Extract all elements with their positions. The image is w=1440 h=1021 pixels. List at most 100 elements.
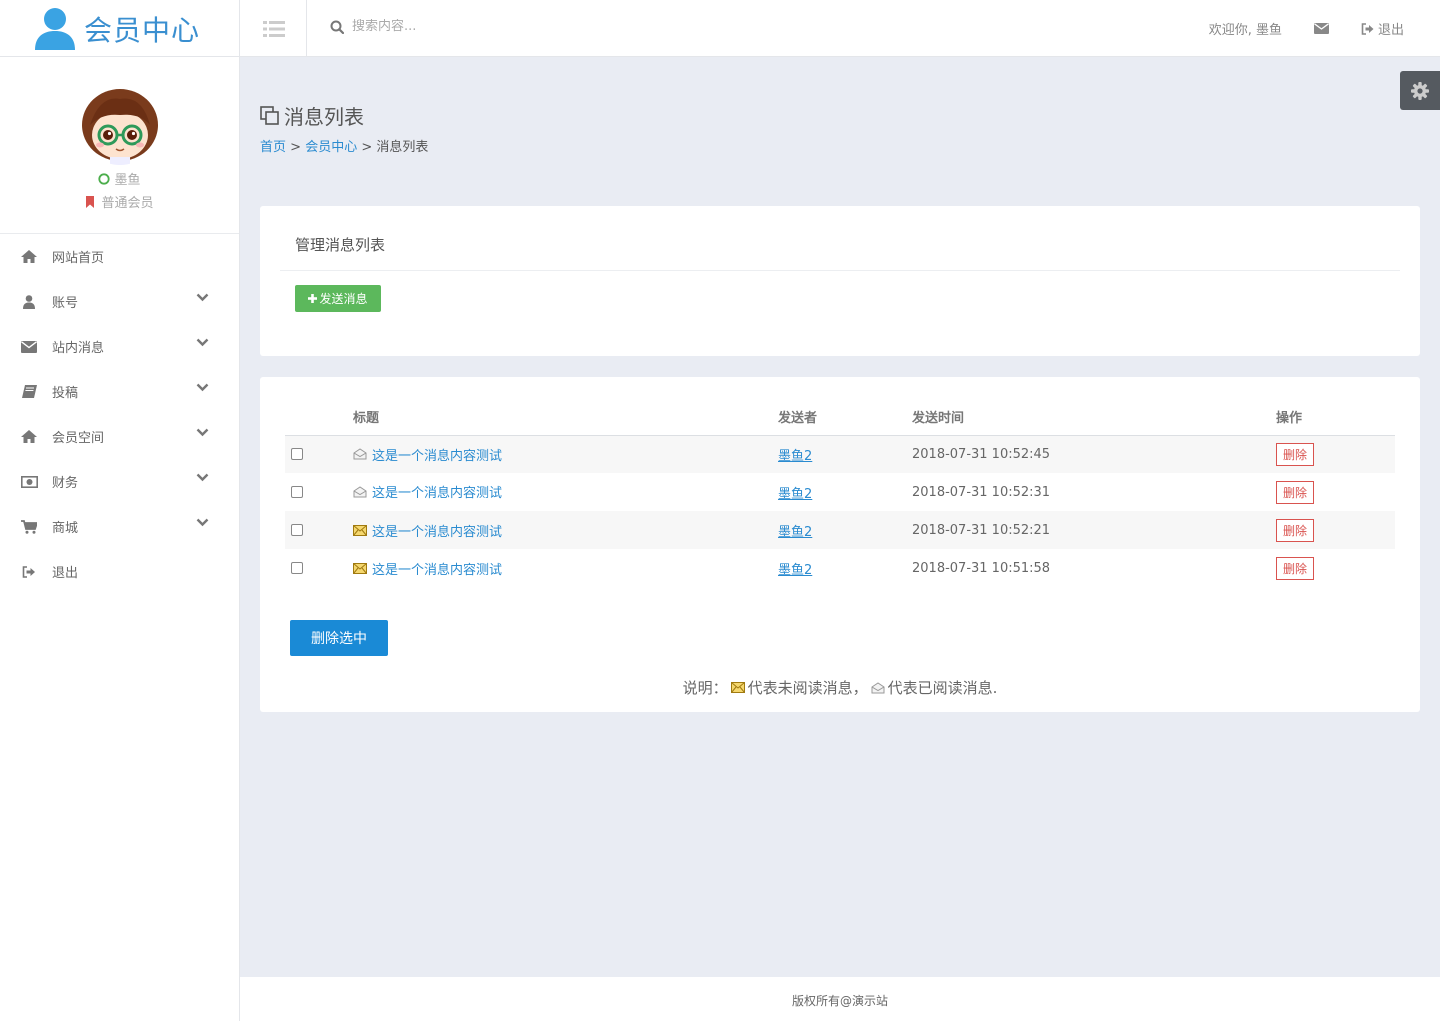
brand[interactable]: 会员中心 [0, 0, 240, 57]
unread-envelope-icon [353, 524, 367, 536]
cart-icon [20, 519, 38, 534]
nav-item-finance[interactable]: 财务 [0, 459, 239, 504]
bookmark-icon [86, 195, 95, 208]
search-box [330, 19, 552, 34]
table-row: 这是一个消息内容测试 墨鱼2 2018-07-31 10:52:21 删除 [285, 511, 1395, 549]
header-action: 操作 [1276, 399, 1395, 436]
brand-title: 会员中心 [84, 13, 201, 47]
nav-label: 财务 [52, 476, 79, 491]
message-title-link[interactable]: 这是一个消息内容测试 [353, 559, 502, 578]
nav-label: 商城 [52, 521, 79, 536]
sidebar: 墨鱼 普通会员 网站首页 账号 站内消息 投稿 会员空间 财务 商城 退出 [0, 57, 240, 1021]
welcome-text: 欢迎你, 墨鱼 [1208, 23, 1282, 38]
copy-icon [260, 105, 279, 125]
profile-level: 普通会员 [0, 192, 239, 211]
menu-toggle-button[interactable] [241, 0, 307, 57]
page-title: 消息列表 [260, 101, 428, 130]
plus-icon [308, 294, 318, 303]
search-input[interactable] [352, 19, 552, 34]
logout-button[interactable]: 退出 [1361, 19, 1404, 38]
top-header: 会员中心 欢迎你, 墨鱼 退出 [0, 0, 1440, 57]
legend-prefix: 说明： [682, 679, 728, 697]
row-checkbox[interactable] [291, 524, 303, 536]
chevron-down-icon [196, 518, 209, 527]
table-header-row: 标题 发送者 发送时间 操作 [285, 399, 1395, 436]
chevron-down-icon [196, 338, 209, 347]
home-icon [20, 430, 38, 444]
message-time: 2018-07-31 10:51:58 [912, 560, 1051, 576]
logout-label: 退出 [1377, 23, 1404, 38]
sender-link[interactable]: 墨鱼2 [778, 449, 812, 464]
row-checkbox[interactable] [291, 562, 303, 574]
message-title-link[interactable]: 这是一个消息内容测试 [353, 521, 502, 540]
header-right: 欢迎你, 墨鱼 退出 [1177, 0, 1404, 57]
footer: 版权所有@演示站 [240, 977, 1440, 1021]
sign-out-icon [20, 565, 38, 579]
delete-button[interactable]: 删除 [1276, 518, 1314, 542]
table-row: 这是一个消息内容测试 墨鱼2 2018-07-31 10:51:58 删除 [285, 549, 1395, 587]
nav-label: 账号 [52, 296, 79, 311]
sender-link[interactable]: 墨鱼2 [778, 487, 812, 502]
chevron-down-icon [196, 383, 209, 392]
sender-link[interactable]: 墨鱼2 [778, 563, 812, 578]
message-table: 标题 发送者 发送时间 操作 这是一个消息内容测试 墨鱼2 2018-07-31… [285, 399, 1395, 587]
user-icon [20, 294, 38, 309]
table-row: 这是一个消息内容测试 墨鱼2 2018-07-31 10:52:31 删除 [285, 473, 1395, 511]
row-checkbox[interactable] [291, 486, 303, 498]
message-title: 这是一个消息内容测试 [372, 562, 503, 578]
nav-label: 投稿 [52, 386, 79, 401]
message-time: 2018-07-31 10:52:31 [912, 484, 1051, 500]
send-message-label: 发送消息 [319, 292, 368, 306]
nav-item-home[interactable]: 网站首页 [0, 234, 239, 279]
delete-button[interactable]: 删除 [1276, 442, 1314, 466]
nav-label: 站内消息 [52, 341, 105, 356]
settings-button[interactable] [1400, 71, 1440, 110]
delete-button[interactable]: 删除 [1276, 480, 1314, 504]
panel-title: 管理消息列表 [295, 236, 386, 254]
nav-item-submissions[interactable]: 投稿 [0, 369, 239, 414]
legend-note: 说明： 代表未阅读消息， 代表已阅读消息. [260, 677, 1420, 698]
header-time: 发送时间 [912, 399, 1276, 436]
chevron-down-icon [196, 293, 209, 302]
delete-button[interactable]: 删除 [1276, 556, 1314, 580]
page-title-text: 消息列表 [284, 105, 364, 129]
send-message-button[interactable]: 发送消息 [295, 285, 381, 312]
message-list-panel: 标题 发送者 发送时间 操作 这是一个消息内容测试 墨鱼2 2018-07-31… [260, 377, 1420, 712]
header-checkbox-col [285, 399, 353, 436]
username-label: 墨鱼 [114, 173, 141, 188]
row-checkbox[interactable] [291, 448, 303, 461]
nav-item-messages[interactable]: 站内消息 [0, 324, 239, 369]
message-title: 这是一个消息内容测试 [372, 486, 503, 502]
delete-selected-button[interactable]: 删除选中 [290, 620, 388, 656]
sender-link[interactable]: 墨鱼2 [778, 525, 812, 540]
message-time: 2018-07-31 10:52:21 [912, 511, 1276, 549]
gear-icon [1411, 81, 1429, 100]
unread-envelope-icon [730, 682, 745, 693]
avatar[interactable] [79, 85, 160, 165]
nav-label: 退出 [52, 566, 79, 581]
nav-item-account[interactable]: 账号 [0, 279, 239, 324]
messages-button[interactable] [1313, 23, 1329, 34]
breadcrumb-separator: > [361, 140, 373, 155]
nav-label: 网站首页 [52, 251, 105, 266]
money-icon [20, 475, 38, 489]
nav-item-member-space[interactable]: 会员空间 [0, 414, 239, 459]
user-icon [34, 6, 76, 52]
legend-read: 代表已阅读消息. [887, 679, 998, 697]
message-title-link[interactable]: 这是一个消息内容测试 [353, 482, 502, 501]
page-header: 消息列表 首页 > 会员中心 > 消息列表 [260, 101, 428, 155]
book-icon [20, 385, 38, 399]
breadcrumb-member-center[interactable]: 会员中心 [305, 140, 357, 155]
chevron-down-icon [196, 473, 209, 482]
message-title-link[interactable]: 这是一个消息内容测试 [353, 445, 502, 464]
read-envelope-icon [871, 681, 885, 693]
read-envelope-icon [353, 448, 367, 460]
profile-card: 墨鱼 普通会员 [0, 57, 239, 234]
breadcrumb-home[interactable]: 首页 [260, 140, 286, 155]
message-title: 这是一个消息内容测试 [372, 524, 503, 540]
main-content: 消息列表 首页 > 会员中心 > 消息列表 管理消息列表 发送消息 标题 发送者… [240, 57, 1440, 977]
nav-item-shop[interactable]: 商城 [0, 504, 239, 549]
header-title: 标题 [353, 399, 778, 436]
nav-item-logout[interactable]: 退出 [0, 549, 239, 594]
profile-username: 墨鱼 [0, 169, 239, 188]
